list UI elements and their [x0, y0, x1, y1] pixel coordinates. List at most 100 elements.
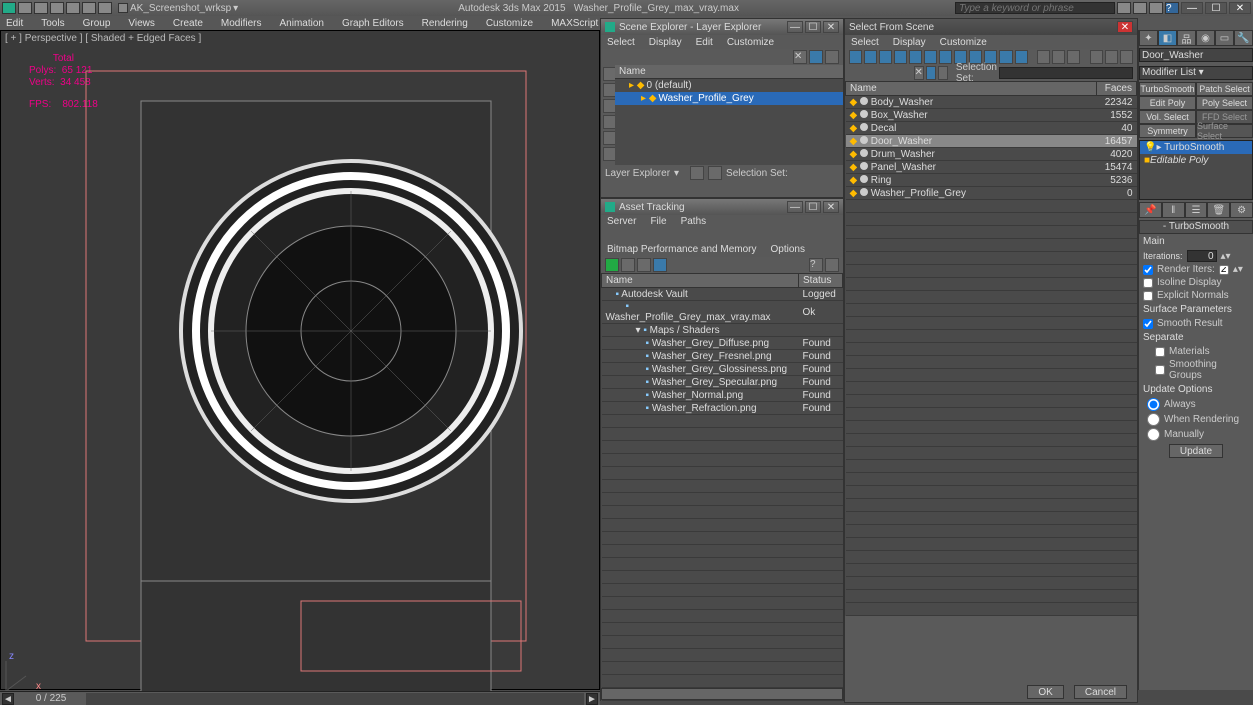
table-row[interactable]: ◆ Washer_Profile_Grey0	[846, 187, 1137, 200]
modifier-button-poly-select[interactable]: Poly Select	[1196, 96, 1253, 110]
view-detail-icon[interactable]	[653, 258, 667, 272]
table-row[interactable]: ▪ Autodesk VaultLogged	[602, 288, 843, 301]
horizontal-scrollbar[interactable]	[601, 688, 843, 700]
modifier-button-edit-poly[interactable]: Edit Poly	[1139, 96, 1196, 110]
tab-display[interactable]: ▭	[1215, 30, 1234, 46]
panel-close-button[interactable]: ✕	[823, 201, 839, 213]
scene-explorer-tree[interactable]: Name ▸ ◆0 (default)▸ ◆Washer_Profile_Gre…	[615, 65, 843, 165]
stack-item[interactable]: ■ Editable Poly	[1140, 154, 1252, 167]
options-icon[interactable]	[825, 258, 839, 272]
update-always-radio[interactable]	[1147, 398, 1160, 411]
table-row[interactable]: ◆ Decal40	[846, 122, 1137, 135]
ok-button[interactable]: OK	[1027, 685, 1063, 699]
make-unique-icon[interactable]: ☰	[1185, 202, 1208, 218]
timeline-slider[interactable]	[86, 693, 584, 705]
redo-icon[interactable]	[82, 2, 96, 14]
filter-selected-icon[interactable]	[809, 50, 823, 64]
column-header-name[interactable]: Name	[615, 65, 843, 79]
menu-display[interactable]: Display	[893, 37, 926, 48]
help-icon[interactable]: ?	[1165, 2, 1179, 14]
clear-filter-icon[interactable]: ✕	[914, 66, 924, 80]
modifier-button-surface-select[interactable]: Surface Select	[1196, 124, 1253, 138]
filter-container-icon[interactable]	[999, 50, 1012, 64]
link-icon[interactable]	[98, 2, 112, 14]
tab-utilities[interactable]: 🔧	[1234, 30, 1253, 46]
panel-close-button[interactable]: ✕	[1117, 21, 1133, 33]
table-row[interactable]: ▪ Washer_Grey_Diffuse.pngFound	[602, 337, 843, 350]
modifier-button-vol-select[interactable]: Vol. Select	[1139, 110, 1196, 124]
menu-display[interactable]: Display	[649, 37, 682, 48]
panel-minimize-button[interactable]: —	[787, 201, 803, 213]
smooth-result-checkbox[interactable]	[1143, 319, 1153, 329]
menu-customize[interactable]: Customize	[486, 18, 533, 29]
table-row[interactable]: ▪ Washer_Profile_Grey_max_vray.maxOk	[602, 301, 843, 324]
maximize-button[interactable]: ☐	[1205, 2, 1227, 14]
remove-modifier-icon[interactable]: 🗑	[1207, 202, 1230, 218]
pin-stack-icon[interactable]: 📌	[1139, 202, 1162, 218]
invert-icon[interactable]	[1090, 50, 1103, 64]
update-button[interactable]: Update	[1169, 444, 1223, 458]
minimize-button[interactable]: —	[1181, 2, 1203, 14]
lock-icon[interactable]	[690, 166, 704, 180]
filter-light-icon[interactable]	[894, 50, 907, 64]
view-list-icon[interactable]	[1037, 50, 1050, 64]
menu-rendering[interactable]: Rendering	[422, 18, 468, 29]
filter-camera-icon[interactable]	[909, 50, 922, 64]
save-icon[interactable]	[50, 2, 64, 14]
table-row[interactable]: ◆ Door_Washer16457	[846, 135, 1137, 148]
refresh-icon[interactable]	[605, 258, 619, 272]
explicit-normals-checkbox[interactable]	[1143, 291, 1153, 301]
menu-create[interactable]: Create	[173, 18, 203, 29]
table-row[interactable]: ◆ Body_Washer22342	[846, 96, 1137, 109]
select-children-icon[interactable]	[1105, 50, 1118, 64]
object-name-input[interactable]	[1139, 48, 1253, 62]
viewport[interactable]: [ + ] Perspective ] [ Shaded + Edged Fac…	[0, 30, 600, 690]
render-iters-input[interactable]	[1219, 265, 1229, 275]
view-tree-icon[interactable]	[1052, 50, 1065, 64]
timeline-arrow-left-icon[interactable]: ◄	[2, 693, 14, 705]
view-large-icon[interactable]	[1067, 50, 1080, 64]
view-list-icon[interactable]	[621, 258, 635, 272]
open-icon[interactable]	[34, 2, 48, 14]
tab-hierarchy[interactable]: 品	[1177, 30, 1196, 46]
menu-graph-editors[interactable]: Graph Editors	[342, 18, 404, 29]
filter-frozen-icon[interactable]	[1015, 50, 1028, 64]
table-row[interactable]: ▪ Washer_Grey_Fresnel.pngFound	[602, 350, 843, 363]
modifier-list-dropdown[interactable]: Modifier List ▾	[1139, 66, 1253, 80]
favorite-icon[interactable]	[1149, 2, 1163, 14]
table-row[interactable]: ▪ Washer_Normal.pngFound	[602, 389, 843, 402]
menu-paths[interactable]: Paths	[681, 215, 707, 229]
modifier-stack[interactable]: 💡 ▸ TurboSmooth■ Editable Poly	[1139, 140, 1253, 200]
table-row[interactable]: ◆ Box_Washer1552	[846, 109, 1137, 122]
panel-close-button[interactable]: ✕	[823, 21, 839, 33]
update-rendering-radio[interactable]	[1147, 413, 1160, 426]
panel-maximize-button[interactable]: ☐	[805, 201, 821, 213]
materials-checkbox[interactable]	[1155, 347, 1165, 357]
exchange-icon[interactable]	[1133, 2, 1147, 14]
configure-sets-icon[interactable]: ⚙	[1230, 202, 1253, 218]
workspace-dropdown[interactable]: AK_Screenshot_wrksp ▾	[114, 2, 242, 14]
menu-tools[interactable]: Tools	[41, 18, 64, 29]
select-influences-icon[interactable]	[1120, 50, 1133, 64]
rollout-header-turbosmooth[interactable]: - TurboSmooth	[1139, 220, 1253, 234]
scene-objects-table[interactable]: Name Faces ◆ Body_Washer22342◆ Box_Washe…	[845, 81, 1137, 616]
table-row[interactable]: ▪ Washer_Refraction.pngFound	[602, 402, 843, 415]
menu-animation[interactable]: Animation	[279, 18, 323, 29]
tab-modify[interactable]: ◧	[1158, 30, 1177, 46]
modifier-button-patch-select[interactable]: Patch Select	[1196, 82, 1253, 96]
menu-edit[interactable]: Edit	[6, 18, 23, 29]
panel-minimize-button[interactable]: —	[787, 21, 803, 33]
tree-row[interactable]: ▸ ◆Washer_Profile_Grey	[615, 92, 843, 105]
menu-edit[interactable]: Edit	[696, 37, 713, 48]
menu-customize[interactable]: Customize	[940, 37, 987, 48]
tab-create[interactable]: ✦	[1139, 30, 1158, 46]
find-case-icon[interactable]	[926, 66, 936, 80]
table-row[interactable]: ◆ Panel_Washer15474	[846, 161, 1137, 174]
filter-helper-icon[interactable]	[924, 50, 937, 64]
table-row[interactable]: ▾ ▪ Maps / Shaders	[602, 324, 843, 337]
signin-icon[interactable]	[1117, 2, 1131, 14]
timeline-arrow-right-icon[interactable]: ►	[586, 693, 598, 705]
footer-dropdown-icon[interactable]: ▾	[674, 168, 686, 179]
selection-set-input[interactable]	[999, 67, 1133, 79]
iterations-input[interactable]	[1187, 250, 1217, 262]
